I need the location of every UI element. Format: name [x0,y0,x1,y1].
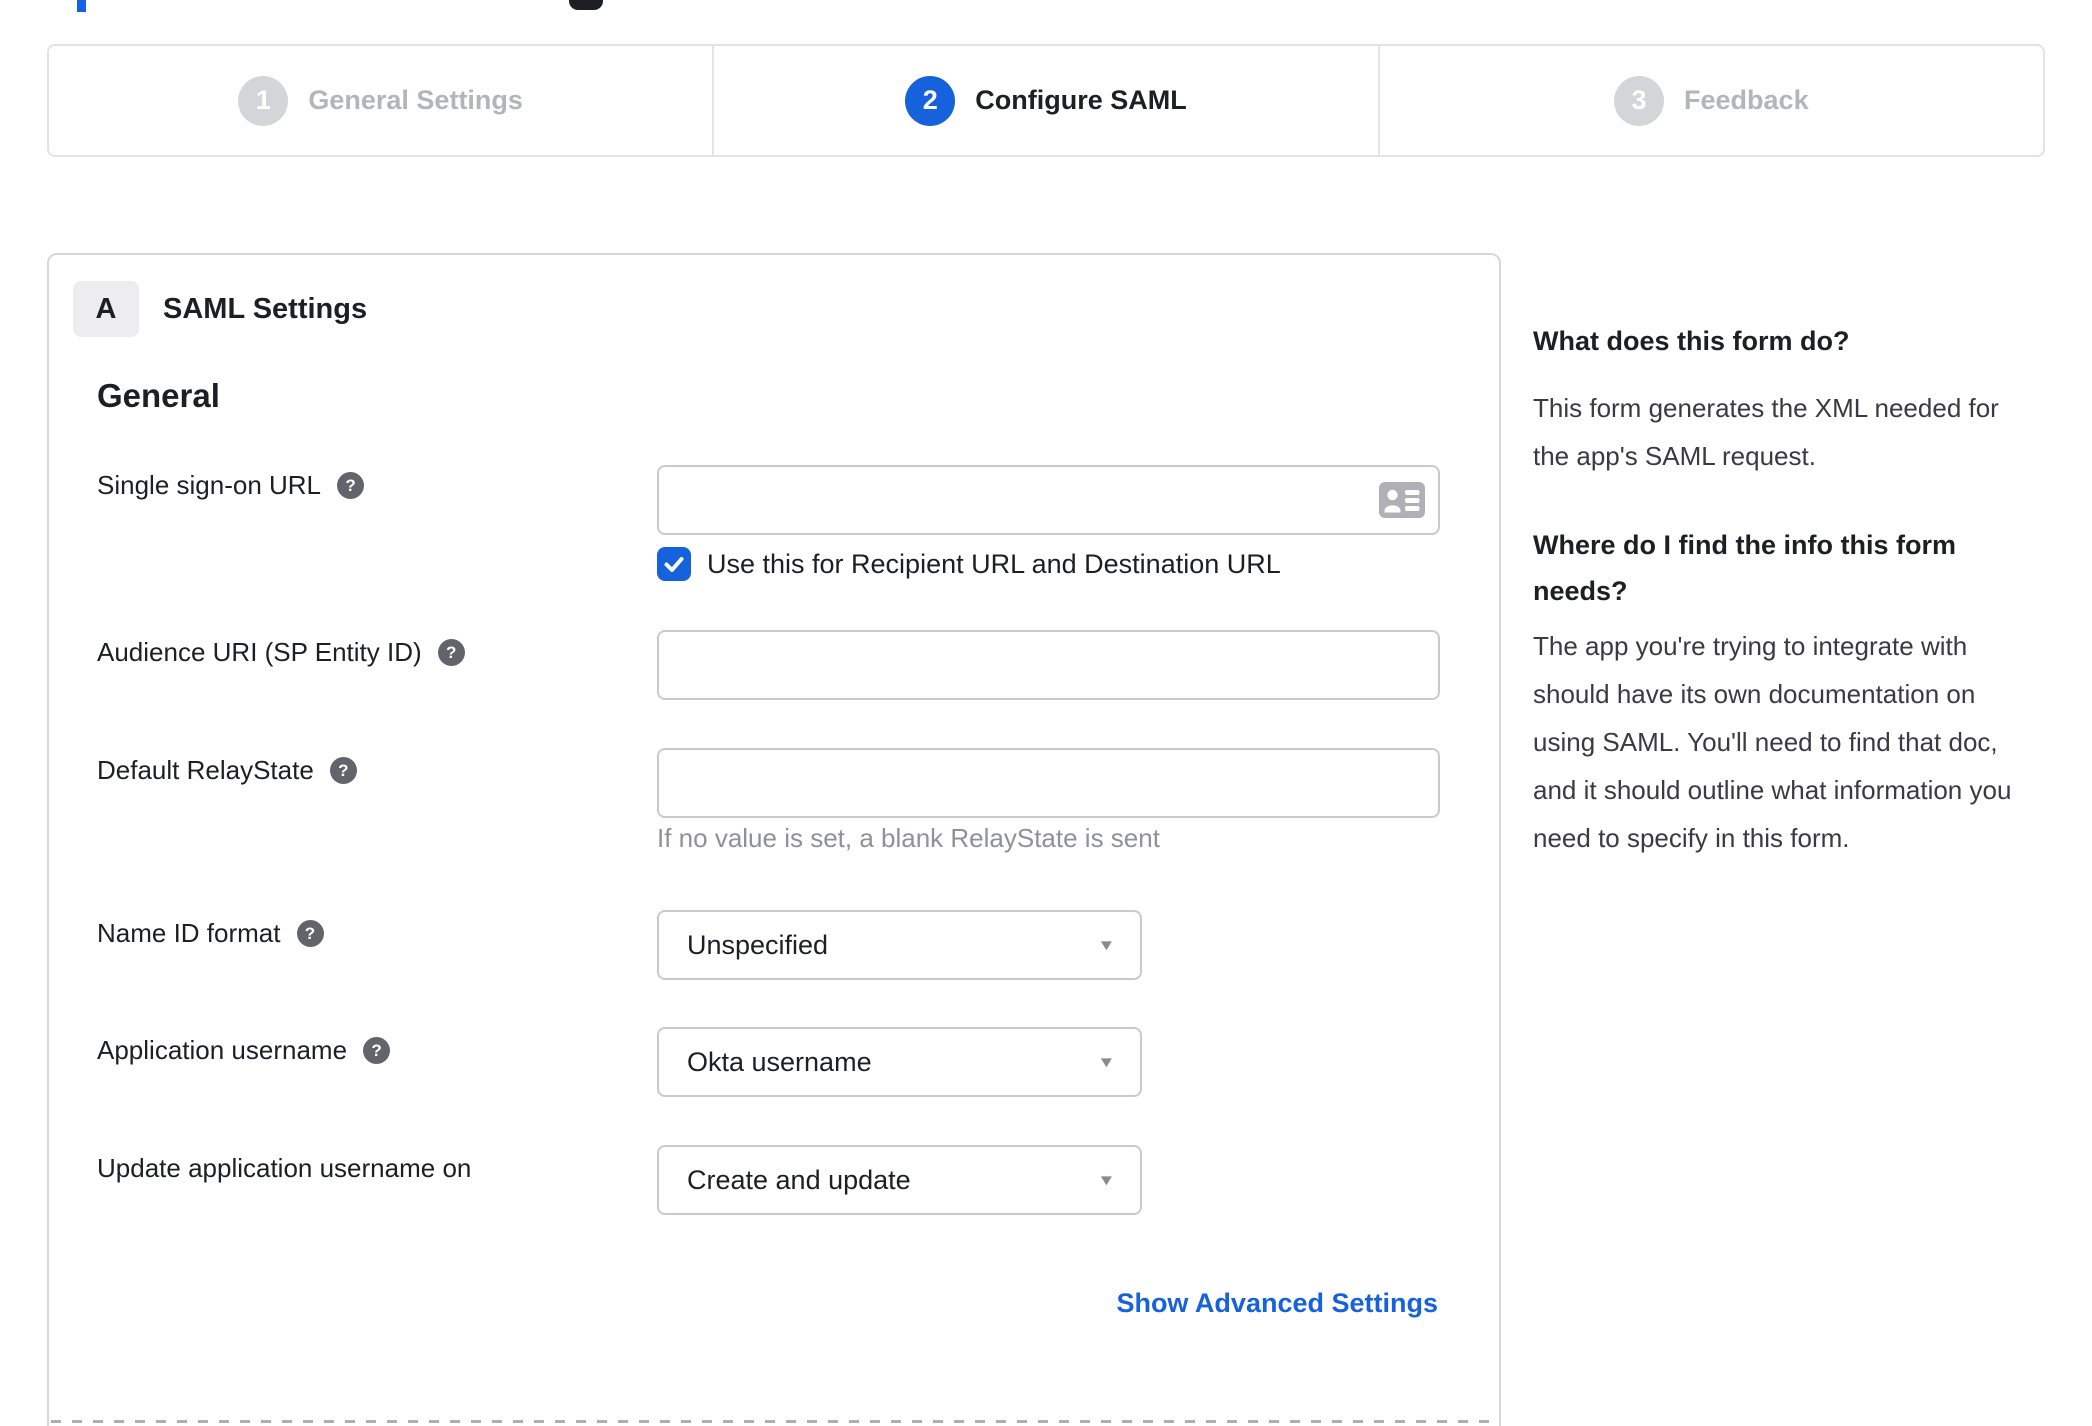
application-username-label: Application username ? [97,1035,391,1066]
check-icon [664,557,684,572]
step-3-circle: 3 [1614,75,1665,126]
relaystate-hint: If no value is set, a blank RelayState i… [657,823,1160,853]
help-icon[interactable]: ? [363,1037,391,1064]
section-divider-dotted [51,1420,1499,1423]
help-icon[interactable]: ? [437,639,465,666]
help-icon[interactable]: ? [296,920,324,947]
chevron-down-icon: ▼ [1097,936,1116,954]
step-general-settings: 1 General Settings [49,46,712,155]
help-body-what: This form generates the XML needed for t… [1533,393,1999,471]
sso-url-label: Single sign-on URL ? [97,470,365,501]
clipped-cursor-fragment [77,0,86,12]
show-advanced-settings-link[interactable]: Show Advanced Settings [1116,1288,1438,1319]
sso-url-input[interactable] [657,465,1440,535]
recipient-url-checkbox[interactable] [657,547,691,581]
recipient-url-checkbox-label[interactable]: Use this for Recipient URL and Destinati… [707,549,1281,580]
section-title-general: General [97,377,220,414]
step-configure-saml: 2 Configure SAML [712,46,1377,155]
audience-uri-label: Audience URI (SP Entity ID) ? [97,637,465,668]
help-heading-what: What does this form do? [1533,326,1850,356]
panel-title: SAML Settings [163,293,368,325]
update-application-username-label: Update application username on [97,1153,472,1183]
saml-settings-card: A SAML Settings General Single sign-on U… [47,253,1501,1426]
chevron-down-icon: ▼ [1097,1053,1116,1071]
default-relaystate-input[interactable] [657,748,1440,818]
help-icon[interactable]: ? [329,757,357,784]
default-relaystate-label: Default RelayState ? [97,755,357,786]
audience-uri-input[interactable] [657,630,1440,700]
update-application-username-select[interactable]: Create and update ▼ [657,1145,1142,1215]
section-a-badge: A [73,281,139,337]
contact-card-icon[interactable] [1379,482,1425,518]
step-3-label: Feedback [1684,85,1809,115]
step-1-circle: 1 [238,75,289,126]
name-id-format-select[interactable]: Unspecified ▼ [657,910,1142,980]
clipped-logo-fragment [569,0,603,10]
step-2-circle: 2 [905,75,956,126]
step-feedback: 3 Feedback [1377,46,2043,155]
application-username-select[interactable]: Okta username ▼ [657,1027,1142,1097]
name-id-format-label: Name ID format ? [97,918,324,949]
help-heading-where: Where do I find the info this form needs… [1533,530,1956,606]
page: 1 General Settings 2 Configure SAML 3 Fe… [0,0,2092,1426]
step-1-label: General Settings [308,85,523,115]
step-2-label: Configure SAML [975,85,1187,115]
wizard-stepper: 1 General Settings 2 Configure SAML 3 Fe… [47,44,2045,157]
chevron-down-icon: ▼ [1097,1171,1116,1189]
help-icon[interactable]: ? [337,472,365,499]
help-body-where: The app you're trying to integrate with … [1533,631,2012,853]
